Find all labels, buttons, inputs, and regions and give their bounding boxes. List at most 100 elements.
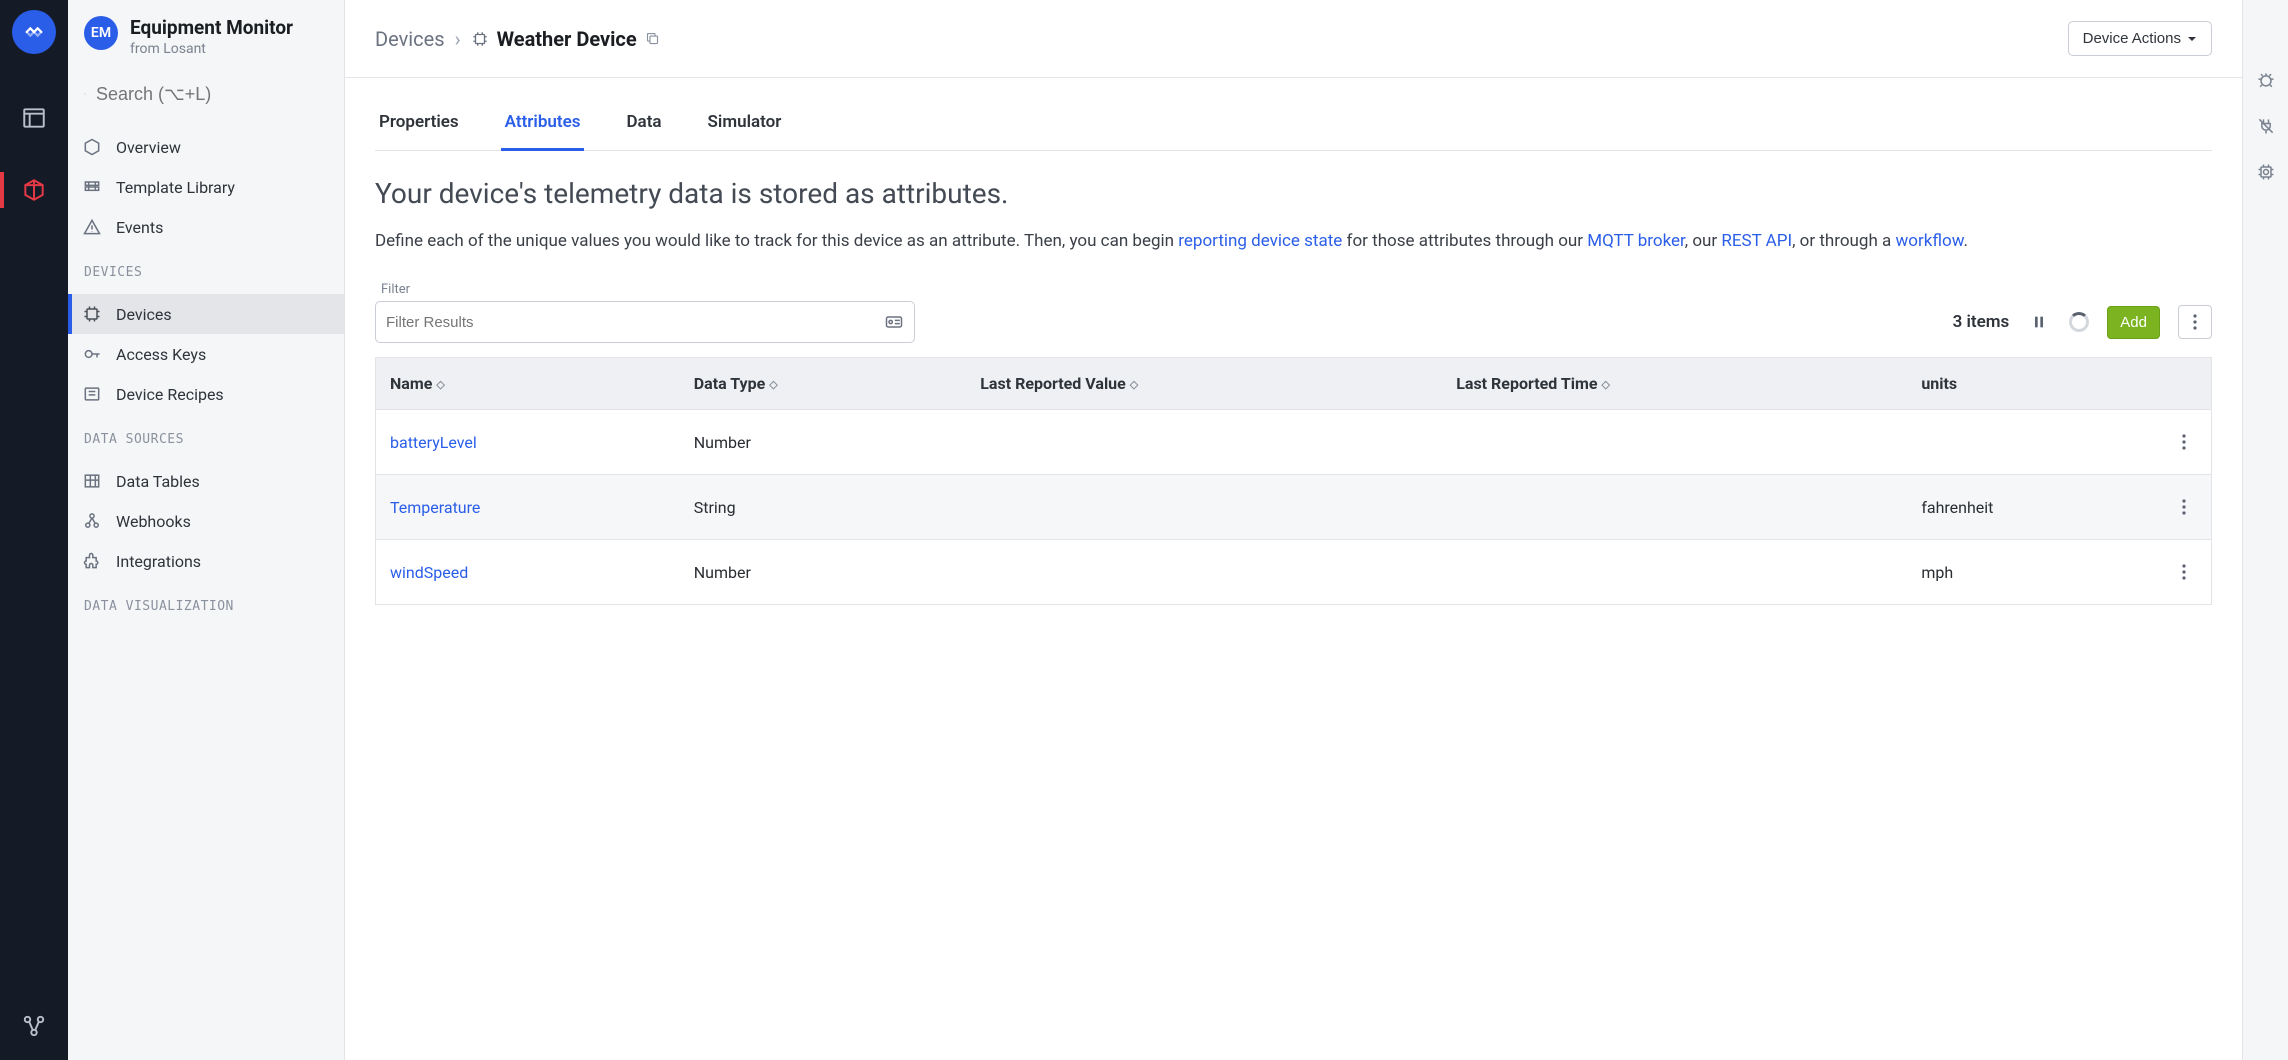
nav-heading-devices: DEVICES	[68, 251, 344, 290]
device-actions-label: Device Actions	[2083, 30, 2181, 47]
plug-off-icon[interactable]	[2256, 116, 2276, 136]
sidebar-item-template-library[interactable]: Template Library	[68, 167, 344, 207]
breadcrumb-parent[interactable]: Devices	[375, 27, 445, 51]
key-icon	[82, 344, 102, 364]
chip-icon	[82, 304, 102, 324]
sidebar-item-access-keys[interactable]: Access Keys	[68, 334, 344, 374]
sidebar-item-device-recipes[interactable]: Device Recipes	[68, 374, 344, 414]
sidebar-item-label: Data Tables	[116, 472, 200, 491]
sidebar-item-label: Devices	[116, 305, 172, 324]
tabs: Properties Attributes Data Simulator	[375, 98, 2212, 151]
sidebar-item-overview[interactable]: Overview	[68, 127, 344, 167]
tab-simulator[interactable]: Simulator	[704, 98, 786, 151]
nav-heading-data-sources: DATA SOURCES	[68, 418, 344, 457]
cell-last-value	[966, 540, 1442, 605]
cell-units: fahrenheit	[1907, 475, 2163, 540]
link-workflow[interactable]: workflow	[1896, 231, 1964, 251]
pause-button[interactable]	[2027, 310, 2051, 334]
sort-icon: ◇	[1602, 378, 1610, 391]
app-title: Equipment Monitor	[130, 16, 293, 39]
bug-icon[interactable]	[2256, 70, 2276, 90]
table-icon	[82, 471, 102, 491]
cell-last-time	[1442, 475, 1907, 540]
filter-row: 3 items Add	[375, 301, 2212, 343]
gear-chip-icon[interactable]	[2256, 162, 2276, 182]
sidebar-item-webhooks[interactable]: Webhooks	[68, 501, 344, 541]
col-actions	[2164, 358, 2212, 410]
sidebar-search[interactable]	[68, 69, 344, 123]
device-actions-button[interactable]: Device Actions	[2068, 21, 2212, 56]
logo-icon[interactable]	[12, 10, 56, 54]
cell-actions	[2164, 475, 2212, 540]
sidebar-item-devices[interactable]: Devices	[68, 294, 344, 334]
rail-applications-icon[interactable]	[0, 164, 68, 216]
topbar: Devices › Weather Device Device Actions	[345, 0, 2242, 78]
attribute-link[interactable]: batteryLevel	[390, 433, 477, 452]
rail-dashboard-icon[interactable]	[0, 92, 68, 144]
cell-units: mph	[1907, 540, 2163, 605]
tab-properties[interactable]: Properties	[375, 98, 463, 151]
rail-workflow-icon[interactable]	[0, 1000, 68, 1052]
col-last-value[interactable]: Last Reported Value◇	[966, 358, 1442, 410]
cell-data-type: Number	[680, 540, 967, 605]
cell-last-time	[1442, 410, 1907, 475]
item-count: 3 items	[1953, 312, 2010, 332]
filter-input-wrapper[interactable]	[375, 301, 915, 343]
cell-name: Temperature	[376, 475, 680, 540]
sidebar-item-label: Events	[116, 218, 163, 237]
attribute-link[interactable]: windSpeed	[390, 563, 468, 582]
app-subtitle: from Losant	[130, 41, 293, 57]
sidebar-item-integrations[interactable]: Integrations	[68, 541, 344, 581]
cell-actions	[2164, 410, 2212, 475]
sort-icon: ◇	[1130, 378, 1138, 391]
page-description: Define each of the unique values you wou…	[375, 228, 2212, 254]
row-more-button[interactable]	[2178, 560, 2190, 584]
recipe-icon	[82, 384, 102, 404]
breadcrumb-current-label: Weather Device	[497, 27, 637, 51]
cube-icon	[82, 137, 102, 157]
content: Properties Attributes Data Simulator You…	[345, 78, 2242, 1060]
table-row: batteryLevelNumber	[376, 410, 2212, 475]
copy-icon[interactable]	[645, 31, 660, 46]
main: Devices › Weather Device Device Actions …	[345, 0, 2242, 1060]
tab-data[interactable]: Data	[622, 98, 665, 151]
col-data-type[interactable]: Data Type◇	[680, 358, 967, 410]
loading-spinner-icon	[2069, 312, 2089, 332]
filter-input[interactable]	[386, 314, 884, 331]
table-row: windSpeed Number mph	[376, 540, 2212, 605]
sidebar-item-label: Integrations	[116, 552, 201, 571]
sidebar-item-events[interactable]: Events	[68, 207, 344, 247]
row-more-button[interactable]	[2178, 430, 2190, 454]
col-last-time[interactable]: Last Reported Time◇	[1442, 358, 1907, 410]
link-rest-api[interactable]: REST API	[1721, 231, 1792, 251]
more-button[interactable]	[2178, 305, 2212, 339]
link-reporting-device-state[interactable]: reporting device state	[1178, 231, 1342, 251]
attribute-link[interactable]: Temperature	[390, 498, 480, 517]
app-badge: EM	[84, 16, 118, 50]
attributes-table: Name◇ Data Type◇ Last Reported Value◇ La…	[375, 357, 2212, 605]
more-vertical-icon	[2182, 499, 2186, 515]
nav-heading-data-viz: DATA VISUALIZATION	[68, 585, 344, 624]
tab-attributes[interactable]: Attributes	[501, 98, 585, 151]
link-mqtt-broker[interactable]: MQTT broker	[1587, 231, 1685, 251]
sidebar-item-data-tables[interactable]: Data Tables	[68, 461, 344, 501]
col-units[interactable]: units	[1907, 358, 2163, 410]
more-vertical-icon	[2182, 434, 2186, 450]
col-name[interactable]: Name◇	[376, 358, 680, 410]
table-row: Temperature String fahrenheit	[376, 475, 2212, 540]
sidebar-item-label: Device Recipes	[116, 385, 224, 404]
cell-data-type: String	[680, 475, 967, 540]
cell-actions	[2164, 540, 2212, 605]
add-button[interactable]: Add	[2107, 306, 2160, 339]
filter-label: Filter	[381, 282, 2212, 297]
card-icon[interactable]	[884, 312, 904, 332]
sort-icon: ◇	[769, 378, 777, 391]
breadcrumb: Devices › Weather Device	[375, 27, 660, 51]
sidebar-item-label: Overview	[116, 138, 181, 157]
breadcrumb-current: Weather Device	[471, 27, 660, 51]
row-more-button[interactable]	[2178, 495, 2190, 519]
search-input[interactable]	[96, 84, 328, 105]
webhook-icon	[82, 511, 102, 531]
icon-rail	[0, 0, 68, 1060]
alert-icon	[82, 217, 102, 237]
